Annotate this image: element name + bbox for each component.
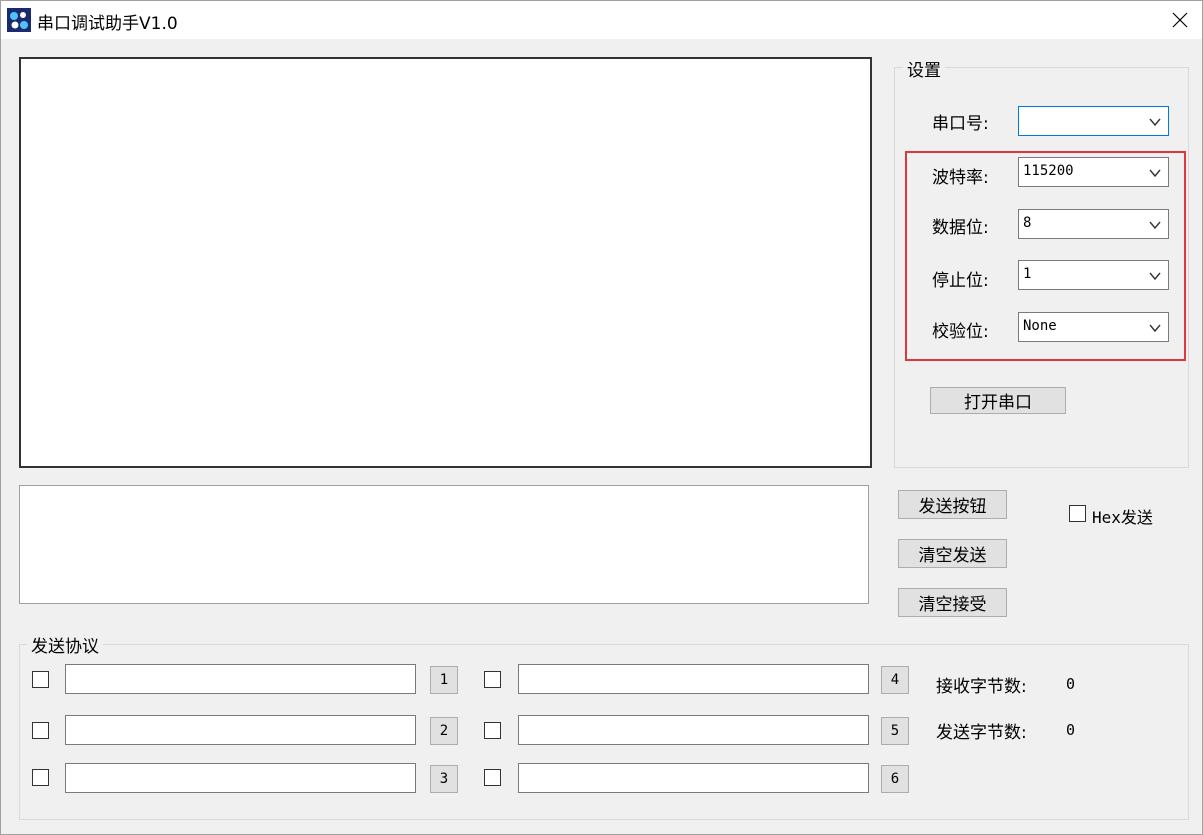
protocol-send-button-1[interactable]: 1 <box>430 666 458 694</box>
protocol-input-4[interactable] <box>518 664 869 694</box>
protocol-input-2[interactable] <box>65 715 416 745</box>
recv-bytes-label: 接收字节数: <box>936 677 1027 697</box>
recv-bytes-value: 0 <box>1066 675 1076 693</box>
protocol-send-button-2[interactable]: 2 <box>430 717 458 745</box>
protocol-checkbox-1[interactable] <box>32 671 49 688</box>
port-select[interactable] <box>1018 106 1169 136</box>
main-window: 串口调试助手V1.0 设置 串口号: 波特率: 115200 数据位: 8 停止… <box>0 0 1203 835</box>
receive-textarea[interactable] <box>19 57 872 468</box>
databits-label: 数据位: <box>932 218 989 238</box>
protocol-send-button-5[interactable]: 5 <box>881 717 909 745</box>
stopbits-select-value: 1 <box>1023 266 1032 282</box>
protocol-input-5[interactable] <box>518 715 869 745</box>
chevron-down-icon <box>1149 272 1161 281</box>
protocol-checkbox-2[interactable] <box>32 722 49 739</box>
protocol-send-button-3[interactable]: 3 <box>430 765 458 793</box>
databits-select-value: 8 <box>1023 215 1032 231</box>
baud-label: 波特率: <box>932 168 989 188</box>
stopbits-select[interactable]: 1 <box>1018 260 1169 290</box>
send-button[interactable]: 发送按钮 <box>898 490 1007 519</box>
protocol-input-1[interactable] <box>65 664 416 694</box>
port-label: 串口号: <box>932 114 989 134</box>
protocol-send-button-6[interactable]: 6 <box>881 765 909 793</box>
title-bar: 串口调试助手V1.0 <box>1 1 1202 39</box>
send-bytes-value: 0 <box>1066 721 1076 739</box>
chevron-down-icon <box>1149 324 1161 333</box>
hex-send-label: Hex发送 <box>1092 508 1153 527</box>
databits-select[interactable]: 8 <box>1018 209 1169 239</box>
close-icon <box>1172 12 1187 28</box>
open-port-button[interactable]: 打开串口 <box>930 387 1066 414</box>
settings-group-title: 设置 <box>903 56 945 81</box>
protocol-checkbox-3[interactable] <box>32 769 49 786</box>
baud-select-value: 115200 <box>1023 163 1074 179</box>
send-textarea[interactable] <box>19 485 869 604</box>
protocol-checkbox-5[interactable] <box>484 722 501 739</box>
protocol-send-button-4[interactable]: 4 <box>881 666 909 694</box>
protocol-checkbox-6[interactable] <box>484 769 501 786</box>
clear-receive-button[interactable]: 清空接受 <box>898 588 1007 617</box>
app-icon <box>7 8 31 32</box>
hex-send-checkbox[interactable] <box>1069 505 1086 522</box>
stopbits-label: 停止位: <box>932 271 989 291</box>
close-button[interactable] <box>1157 1 1202 39</box>
send-bytes-label: 发送字节数: <box>936 723 1027 743</box>
chevron-down-icon <box>1149 118 1161 127</box>
clear-send-button[interactable]: 清空发送 <box>898 539 1007 568</box>
chevron-down-icon <box>1149 169 1161 178</box>
protocol-group-title: 发送协议 <box>27 632 103 657</box>
parity-label: 校验位: <box>932 322 989 342</box>
window-title: 串口调试助手V1.0 <box>37 14 178 34</box>
parity-select[interactable]: None <box>1018 312 1169 342</box>
parity-select-value: None <box>1023 318 1057 334</box>
protocol-input-6[interactable] <box>518 763 869 793</box>
protocol-checkbox-4[interactable] <box>484 671 501 688</box>
baud-select[interactable]: 115200 <box>1018 157 1169 187</box>
chevron-down-icon <box>1149 221 1161 230</box>
protocol-input-3[interactable] <box>65 763 416 793</box>
